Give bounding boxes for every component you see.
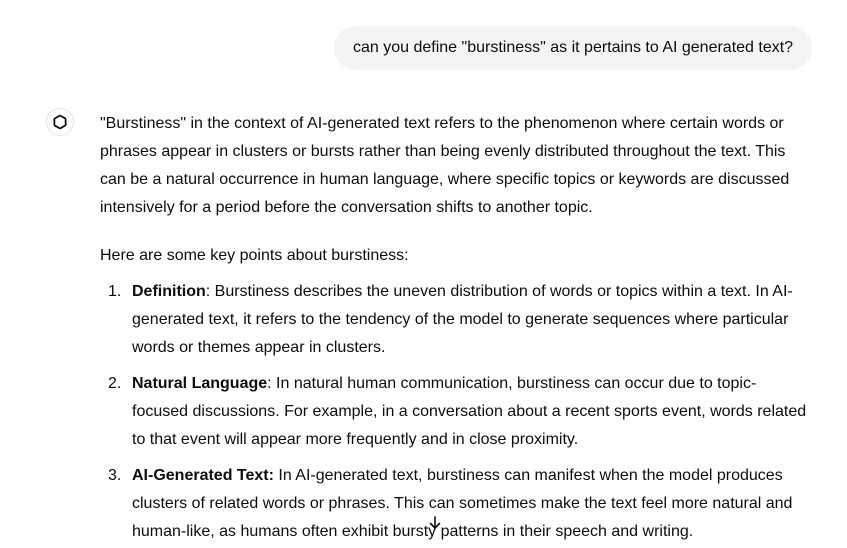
list-item: 2. Natural Language: In natural human co… [100,370,810,454]
assistant-paragraph: Here are some key points about burstines… [100,247,409,264]
point-body: : Burstiness describes the uneven distri… [132,283,793,356]
point-title: AI-Generated Text: [132,467,274,484]
list-number: 3. [108,467,122,484]
list-number: 1. [108,283,122,300]
user-message-bubble: can you define "burstiness" as it pertai… [334,26,812,70]
chat-page: can you define "burstiness" as it pertai… [0,0,847,548]
assistant-avatar [46,108,74,136]
assistant-message: "Burstiness" in the context of AI-genera… [100,110,810,548]
key-points-list: 1. Definition: Burstiness describes the … [100,278,810,546]
point-title: Natural Language [132,375,268,392]
openai-logo-icon [53,114,67,130]
point-title: Definition [132,283,206,300]
user-message-text: can you define "burstiness" as it pertai… [353,39,794,56]
list-item: 3. AI-Generated Text: In AI-generated te… [100,462,810,546]
list-item: 1. Definition: Burstiness describes the … [100,278,810,362]
scroll-to-bottom-button[interactable] [424,512,446,534]
arrow-down-icon [429,516,441,529]
assistant-paragraph: "Burstiness" in the context of AI-genera… [100,115,790,216]
list-number: 2. [108,375,122,392]
